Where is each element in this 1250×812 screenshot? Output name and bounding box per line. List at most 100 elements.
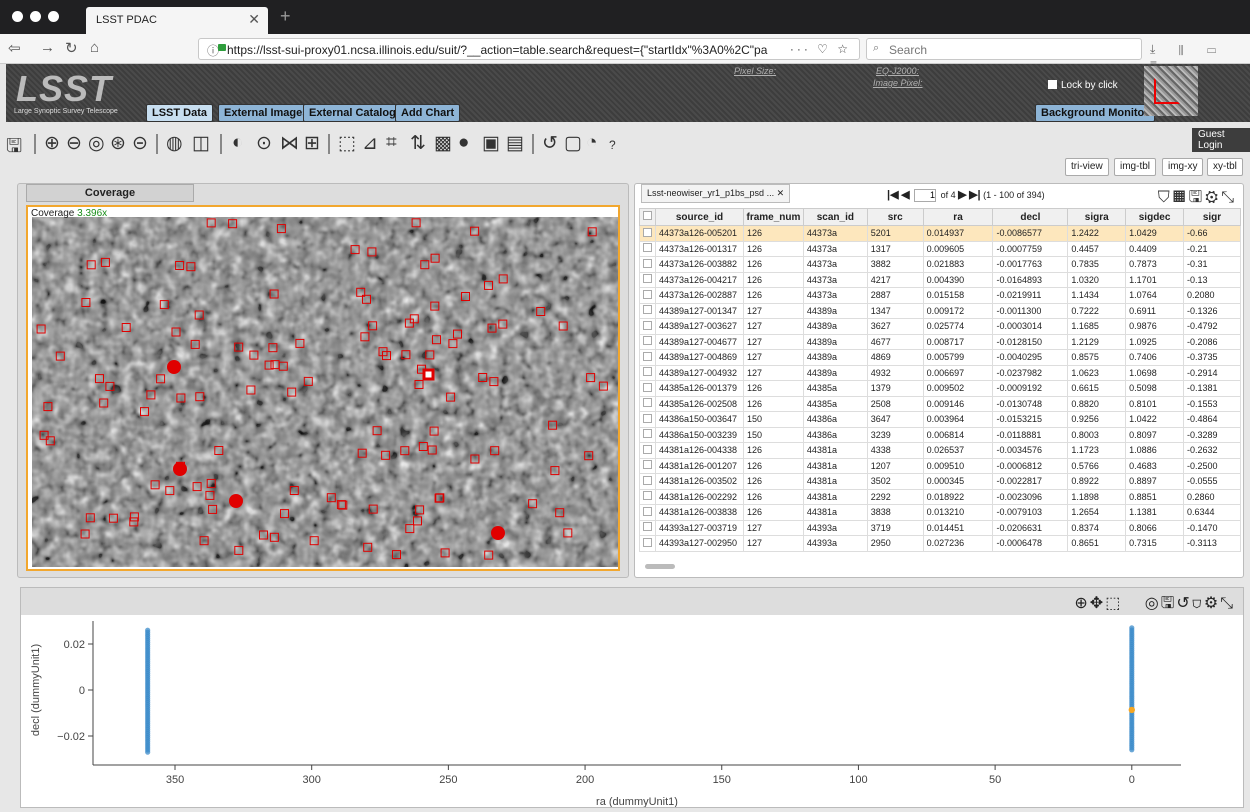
table-row[interactable]: 44373a126-004217 126 44373a 4217 0.004390 -0.… [639,271,1241,288]
table-row[interactable]: 44381a126-003838 126 44381a 3838 0.013210 -0.… [639,504,1241,521]
forward-icon[interactable]: → [40,39,55,56]
table-row[interactable]: 44373a126-002887 126 44373a 2887 0.015158 -0.… [639,287,1241,304]
table-row[interactable]: 44381a126-004338 126 44381a 4338 0.026537 -0.… [639,442,1241,459]
settings-icon[interactable]: ⚙ [1205,189,1221,206]
coverage-image[interactable] [32,217,618,567]
rotate-north-icon[interactable]: ⊙ [256,132,272,155]
column-header[interactable]: ra [922,208,994,226]
table-row[interactable]: 44381a126-003502 126 44381a 3502 0.000345 -0.… [639,473,1241,490]
column-header[interactable]: sigdec [1125,208,1185,226]
new-tab-icon[interactable]: + [280,6,291,27]
expand-icon[interactable]: ⤡ [1221,189,1237,206]
row-checkbox[interactable] [639,442,656,459]
external-images-button[interactable]: External Images [218,104,315,122]
row-checkbox[interactable] [639,395,656,412]
select-icon[interactable]: ⬚ [1105,595,1122,612]
row-checkbox[interactable] [639,411,656,428]
color-stretch-icon[interactable]: ◍ [166,132,183,155]
scatter-plot[interactable]: 350 300 250 200 150 100 50 0 0.02 0 −0.02 ra (dummy… [21,615,1243,807]
img-xy-button[interactable]: img-xy [1162,158,1204,176]
markers-icon[interactable]: ⌗ [386,132,397,154]
row-checkbox[interactable] [639,519,656,536]
row-checkbox[interactable] [639,271,656,288]
add-chart-button[interactable]: Add Chart [395,104,461,122]
login-link[interactable]: Login [1198,140,1222,151]
home-icon[interactable]: ⌂ [90,39,99,56]
table-row[interactable]: 44393a127-002950 127 44393a 2950 0.027236 -0.… [639,535,1241,552]
filter-icon[interactable]: ⛉ [1158,189,1173,206]
table-row[interactable]: 44373a126-005201 126 44373a 5201 0.014937 -0.… [639,225,1241,242]
row-checkbox[interactable] [639,380,656,397]
row-checkbox[interactable] [639,240,656,257]
filter-plot-icon[interactable]: ⛉ [1192,595,1204,612]
distance-tool-icon[interactable]: ⊿ [362,132,378,155]
first-page-icon[interactable]: |◀ [887,189,899,201]
img-tbl-button[interactable]: img-tbl [1114,158,1157,176]
flip-icon[interactable]: ⋈ [280,132,299,155]
row-checkbox[interactable] [639,225,656,242]
save-icon[interactable]: 🖫 [6,132,22,164]
image-options-icon[interactable]: ▣ [482,132,500,155]
tri-view-button[interactable]: tri-view [1065,158,1109,176]
restore-plot-icon[interactable]: ↺ [1176,595,1191,612]
row-checkbox[interactable] [639,318,656,335]
table-row[interactable]: 44389a127-004869 127 44389a 4869 0.005799 -0.… [639,349,1241,366]
rotate-icon[interactable]: ◐ [232,132,243,154]
column-header[interactable]: src [866,208,924,226]
row-checkbox[interactable] [639,256,656,273]
column-header[interactable]: scan_id [802,208,868,226]
lock-by-click-checkbox[interactable]: Lock by click [1048,80,1118,91]
table-row[interactable]: 44393a127-003719 127 44393a 3719 0.014451 -0.… [639,519,1241,536]
info-panel-icon[interactable]: ◔ [586,132,597,154]
expand-plot-icon[interactable]: ⤡ [1220,595,1235,612]
table-row[interactable]: 44373a126-003882 126 44373a 3882 0.021883 -0.… [639,256,1241,273]
search-field[interactable]: ⌕ Search [866,38,1142,60]
zoom-original-icon[interactable]: ◎ [88,132,105,155]
row-checkbox[interactable] [639,504,656,521]
plot-settings-icon[interactable]: ⚙ [1204,595,1220,612]
pan-icon[interactable]: ✥ [1090,595,1105,612]
row-checkbox[interactable] [639,364,656,381]
horizontal-scrollbar[interactable] [645,564,675,569]
column-header[interactable]: sigra [1067,208,1127,226]
last-page-icon[interactable]: ▶| [969,189,981,201]
table-row[interactable]: 44389a127-004932 127 44389a 4932 0.006697 -0.… [639,364,1241,381]
multi-image-icon[interactable]: ▤ [506,132,524,155]
table-row[interactable]: 44385a126-001379 126 44385a 1379 0.009502 -0.… [639,380,1241,397]
row-checkbox[interactable] [639,349,656,366]
background-monitor-button[interactable]: Background Monitor [1035,104,1155,122]
column-header[interactable]: decl [992,208,1069,226]
reload-icon[interactable]: ↻ [65,39,78,57]
select-area-icon[interactable]: ⬚ [338,132,356,155]
zoom-fit-icon[interactable]: ⊛ [110,132,126,155]
grid-icon[interactable]: ▩ [434,132,452,155]
table-row[interactable]: 44381a126-002292 126 44381a 2292 0.018922 -0.… [639,488,1241,505]
back-icon[interactable]: ⇦ [8,39,21,57]
zoom-window-icon[interactable] [48,11,59,22]
row-checkbox[interactable] [639,488,656,505]
recenter-icon[interactable]: ⊞ [304,132,320,155]
select-all-checkbox[interactable] [639,208,656,226]
restore-icon[interactable]: ↺ [542,132,558,155]
table-row[interactable]: 44386a150-003239 150 44386a 3239 0.006814 -0.… [639,426,1241,443]
prev-page-icon[interactable]: ◀ [901,189,909,201]
table-row[interactable]: 44381a126-001207 126 44381a 1207 0.009510 -0.… [639,457,1241,474]
row-checkbox[interactable] [639,473,656,490]
close-table-icon[interactable]: ✕ [777,188,785,198]
table-row[interactable]: 44385a126-002508 126 44385a 2508 0.009146 -0.… [639,395,1241,412]
save-table-icon[interactable]: 🖫 [1189,189,1206,206]
address-bar[interactable]: ⓘ https://lsst-sui-proxy01.ncsa.illinois… [198,38,860,60]
layers-icon[interactable]: ◫ [192,132,210,155]
column-header[interactable]: sigr [1183,208,1241,226]
table-row[interactable]: 44389a127-001347 127 44389a 1347 0.009172 -0.… [639,302,1241,319]
close-tab-icon[interactable]: ✕ [248,11,260,28]
fits-header-icon[interactable]: ▢ [564,132,582,155]
table-row[interactable]: 44386a150-003647 150 44386a 3647 0.003964 -0.… [639,411,1241,428]
table-tab[interactable]: Lsst-neowiser_yr1_p1bs_psd ... ✕ [641,184,791,203]
table-row[interactable]: 44389a127-004677 127 44389a 4677 0.008717 -0.… [639,333,1241,350]
zoom-fill-icon[interactable]: ⊝ [132,132,148,155]
mask-icon[interactable]: ● [458,132,469,154]
close-window-icon[interactable] [12,11,23,22]
row-checkbox[interactable] [639,333,656,350]
browser-tab[interactable]: LSST PDAC ✕ [86,7,268,34]
